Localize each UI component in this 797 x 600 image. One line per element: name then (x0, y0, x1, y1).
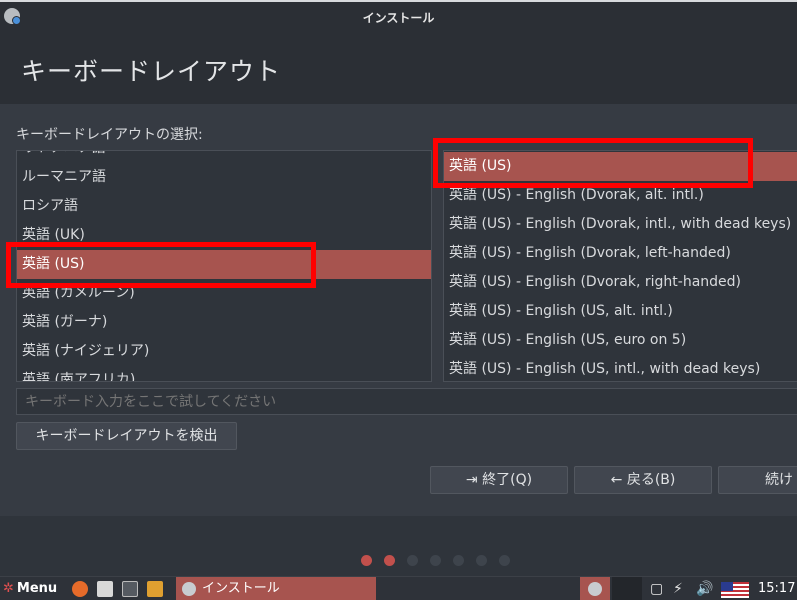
highlight-box-language (6, 242, 316, 288)
volume-icon[interactable]: 🔊 (696, 580, 713, 598)
arrow-left-icon: ← (610, 472, 623, 488)
back-label: 戻る(B) (626, 472, 676, 488)
list-item[interactable]: 英語 (US) - English (US, intl., with dead … (444, 355, 797, 381)
taskbar: ✲ Menu インストール ▢ ⚡ 🔊 15:17 (0, 576, 797, 600)
menu-button[interactable]: ✲ Menu (3, 581, 57, 596)
firefox-icon[interactable] (72, 581, 88, 597)
progress-dot (361, 555, 372, 566)
list-item[interactable]: ロシア語 (17, 192, 431, 221)
clock: 15:17 (758, 581, 796, 596)
back-button[interactable]: ← 戻る(B) (574, 466, 712, 494)
quit-label: 終了(Q) (482, 472, 533, 488)
list-item[interactable]: 英語 (US) - English (US, euro on 5) (444, 326, 797, 355)
tray-empty-slot (612, 577, 642, 600)
progress-dot (476, 555, 487, 566)
files-icon[interactable] (97, 581, 113, 597)
list-item[interactable]: 英語 (ナイジェリア) (17, 337, 431, 366)
layout-select-label: キーボードレイアウトの選択: (16, 127, 203, 143)
tray-installer-icon[interactable] (580, 577, 610, 600)
us-flag-icon[interactable] (721, 582, 749, 598)
progress-dot (453, 555, 464, 566)
list-item[interactable]: リトアニア語 (17, 151, 431, 163)
window-titlebar: インストール (0, 0, 797, 32)
keyboard-test-input[interactable] (16, 388, 797, 415)
taskbar-item-installer[interactable]: インストール (176, 577, 376, 600)
video-player-icon[interactable] (147, 581, 163, 597)
main-panel: キーボードレイアウトの選択: リトアニア語ルーマニア語ロシア語英語 (UK)英語… (0, 104, 797, 516)
terminal-icon[interactable] (122, 581, 138, 597)
page-header: キーボードレイアウト (0, 32, 797, 104)
page-title: キーボードレイアウト (21, 57, 282, 86)
window-title: インストール (362, 11, 435, 25)
progress-dot (499, 555, 510, 566)
list-item[interactable]: ルーマニア語 (17, 163, 431, 192)
list-item[interactable]: 英語 (ガーナ) (17, 308, 431, 337)
continue-label: 続け (765, 472, 793, 488)
installer-task-icon (182, 582, 196, 596)
task-label: インストール (202, 581, 280, 596)
power-icon[interactable]: ⚡ (673, 580, 683, 598)
list-item[interactable]: 英語 (US) - English (Dvorak, intl., with d… (444, 210, 797, 239)
list-item[interactable]: 英語 (US) - English (Dvorak, right-handed) (444, 268, 797, 297)
progress-dot (384, 555, 395, 566)
highlight-box-variant (433, 138, 753, 188)
quit-button[interactable]: ⇥ 終了(Q) (430, 466, 568, 494)
list-item[interactable]: 英語 (南アフリカ) (17, 366, 431, 381)
mint-menu-icon: ✲ (3, 581, 14, 596)
notification-icon[interactable]: ▢ (650, 580, 663, 598)
detect-layout-button[interactable]: キーボードレイアウトを検出 (16, 422, 237, 450)
footer-area (0, 516, 797, 576)
quit-icon: ⇥ (465, 472, 478, 488)
progress-dot (430, 555, 441, 566)
continue-button[interactable]: 続け (718, 466, 797, 494)
list-item[interactable]: 英語 (US) - English (Dvorak, left-handed) (444, 239, 797, 268)
list-item[interactable]: 英語 (US) - English (US, alt. intl.) (444, 297, 797, 326)
menu-label: Menu (16, 581, 58, 596)
progress-dot (407, 555, 418, 566)
